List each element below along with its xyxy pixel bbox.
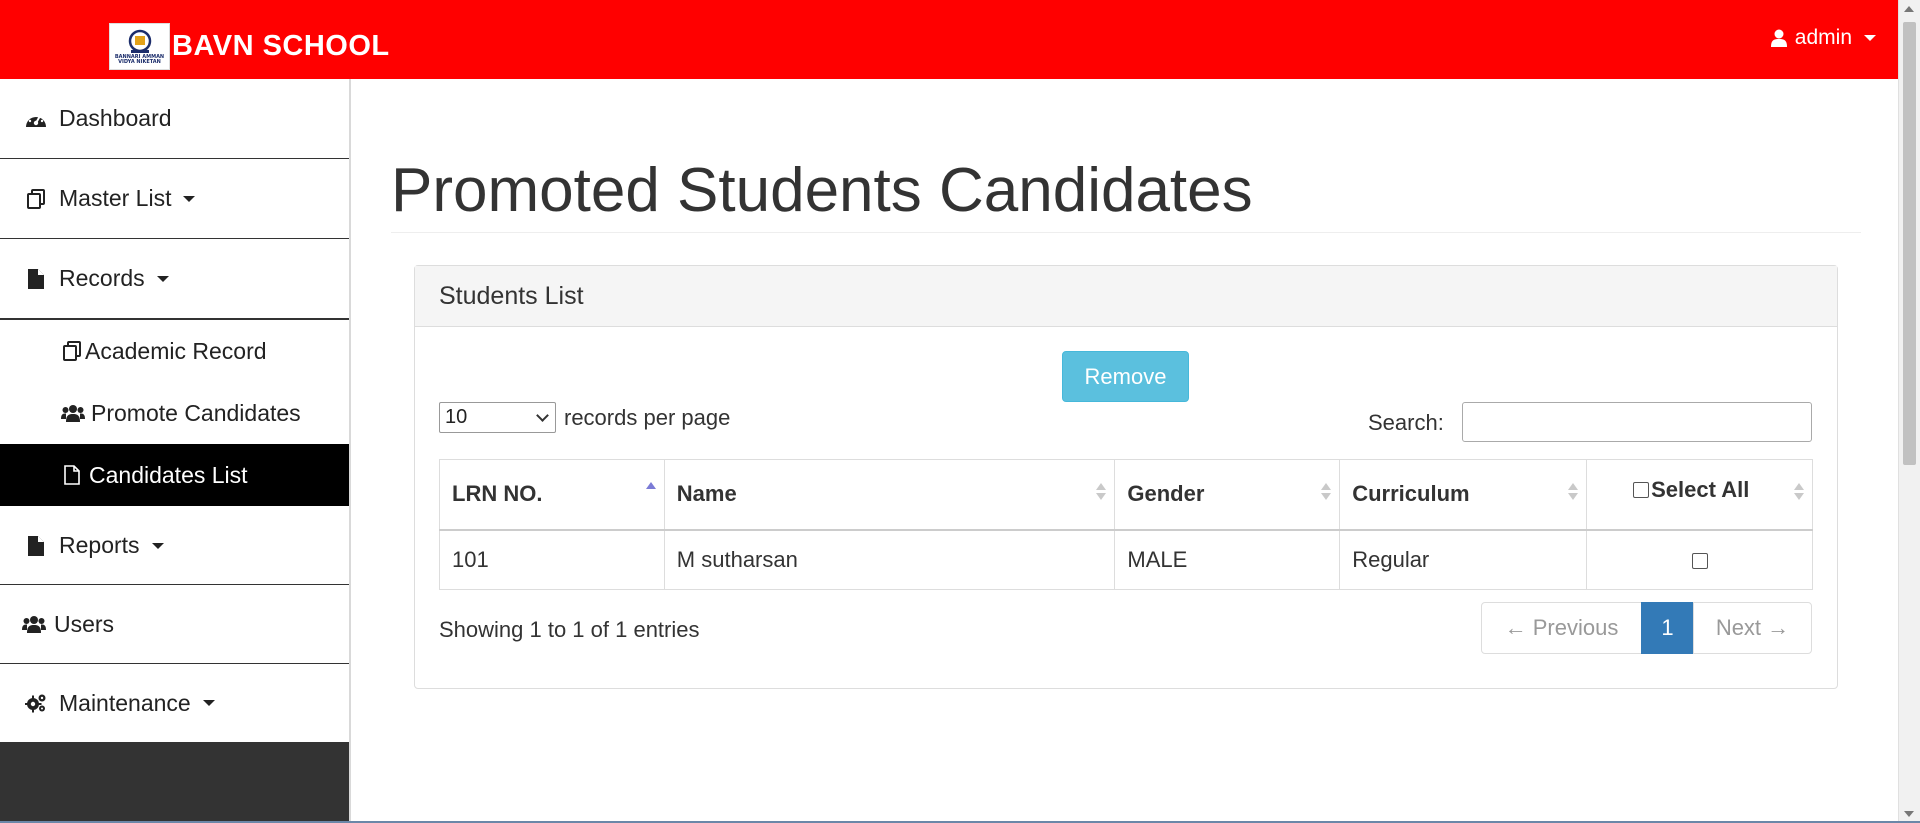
sidebar-item-label: Reports [59, 532, 140, 558]
sidebar-item-reports[interactable]: Reports [0, 506, 349, 585]
column-header-label: Gender [1127, 481, 1205, 507]
chevron-down-icon [151, 542, 164, 549]
user-icon [1770, 29, 1787, 47]
scroll-down-icon[interactable] [1904, 811, 1914, 817]
sidebar-item-dashboard[interactable]: Dashboard [0, 79, 349, 159]
sidebar-item-promote-candidates[interactable]: Promote Candidates [0, 382, 349, 444]
sidebar-item-label: Academic Record [85, 337, 267, 364]
table-info: Showing 1 to 1 of 1 entries [439, 617, 700, 642]
sidebar-item-maintenance[interactable]: Maintenance [0, 664, 349, 743]
users-icon [22, 613, 46, 635]
search-input[interactable] [1462, 402, 1812, 442]
column-header-lrn[interactable]: LRN NO. [439, 459, 665, 531]
school-logo: BANNARI AMMAN VIDYA NIKETAN [109, 23, 170, 70]
select-all-checkbox[interactable] [1633, 482, 1650, 499]
column-header-gender[interactable]: Gender [1114, 459, 1341, 531]
sidebar-item-label: Records [59, 265, 145, 291]
pagination: ← Previous 1 Next → [1481, 602, 1812, 654]
sidebar-item-label: Promote Candidates [91, 399, 301, 426]
chevron-down-icon [202, 700, 215, 706]
next-page-button[interactable]: Next → [1693, 602, 1812, 654]
chevron-down-icon [1864, 35, 1876, 41]
chevron-down-icon [183, 195, 196, 202]
records-per-page-value: 10 [445, 406, 468, 428]
sidebar-item-label: Candidates List [89, 461, 248, 488]
students-table: LRN NO. Name Gender Curriculum Select Al… [439, 459, 1813, 590]
cell-lrn: 101 [439, 529, 665, 590]
column-header-label: Name [676, 481, 737, 507]
users-icon [61, 402, 85, 424]
logo-emblem-icon [128, 29, 151, 53]
dashboard-icon [25, 108, 47, 130]
sidebar-item-label: Master List [59, 185, 172, 211]
cell-gender: MALE [1114, 529, 1341, 590]
chevron-down-icon [156, 275, 169, 282]
cell-select [1586, 529, 1813, 590]
records-per-page-select[interactable]: 10 [439, 402, 556, 433]
chevron-down-icon [536, 408, 549, 422]
copy-icon [25, 188, 47, 210]
sidebar-item-label: Dashboard [59, 105, 172, 131]
column-header-label: LRN NO. [452, 481, 543, 507]
column-header-select-all[interactable]: Select All [1586, 459, 1813, 531]
page-title: Promoted Students Candidates [391, 156, 1253, 225]
sidebar-item-users[interactable]: Users [0, 585, 349, 664]
sidebar-item-label: Maintenance [59, 689, 191, 716]
sidebar-item-label: Users [54, 610, 115, 637]
column-header-label: Curriculum [1352, 481, 1470, 507]
brand-name: BAVN SCHOOL [172, 30, 390, 62]
copy-icon [61, 340, 83, 362]
row-select-checkbox[interactable] [1691, 552, 1708, 569]
title-divider [391, 232, 1861, 233]
panel-title: Students List [415, 266, 1837, 327]
file-outline-icon [61, 464, 83, 486]
column-header-curriculum[interactable]: Curriculum [1339, 459, 1588, 531]
column-header-label: Select All [1651, 477, 1750, 503]
previous-page-button[interactable]: ← Previous [1481, 602, 1642, 654]
user-menu[interactable]: admin [1770, 26, 1876, 50]
scroll-up-icon[interactable] [1904, 6, 1914, 12]
cogs-icon [25, 692, 47, 714]
scrollbar-thumb[interactable] [1903, 22, 1916, 465]
search-label: Search: [1368, 410, 1444, 435]
sort-icon [1794, 483, 1804, 500]
sidebar-divider [349, 79, 351, 823]
sidebar-item-academic-record[interactable]: Academic Record [0, 320, 349, 382]
sort-ascending-icon [645, 482, 656, 489]
sidebar-item-candidates-list[interactable]: Candidates List [0, 444, 349, 506]
top-navbar: BANNARI AMMAN VIDYA NIKETAN BAVN SCHOOL … [0, 0, 1898, 79]
file-icon [25, 535, 47, 557]
cell-name: M sutharsan [663, 529, 1116, 590]
brand[interactable]: BANNARI AMMAN VIDYA NIKETAN BAVN SCHOOL [109, 23, 390, 70]
remove-button[interactable]: Remove [1062, 351, 1189, 402]
column-header-name[interactable]: Name [663, 459, 1116, 531]
logo-text: BANNARI AMMAN VIDYA NIKETAN [114, 53, 165, 65]
sidebar-item-records[interactable]: Records [0, 239, 349, 319]
sidebar-item-master-list[interactable]: Master List [0, 159, 349, 239]
table-header-row: LRN NO. Name Gender Curriculum Select Al… [439, 459, 1813, 531]
cell-curriculum: Regular [1339, 529, 1588, 590]
sort-icon [1321, 483, 1332, 500]
records-per-page-label: records per page [564, 405, 731, 430]
page-1-button[interactable]: 1 [1641, 602, 1694, 654]
sort-icon [1096, 483, 1107, 500]
file-icon [25, 268, 47, 290]
user-name: admin [1794, 26, 1852, 49]
table-row: 101 M sutharsan MALE Regular [439, 529, 1813, 590]
sort-icon [1568, 483, 1579, 500]
